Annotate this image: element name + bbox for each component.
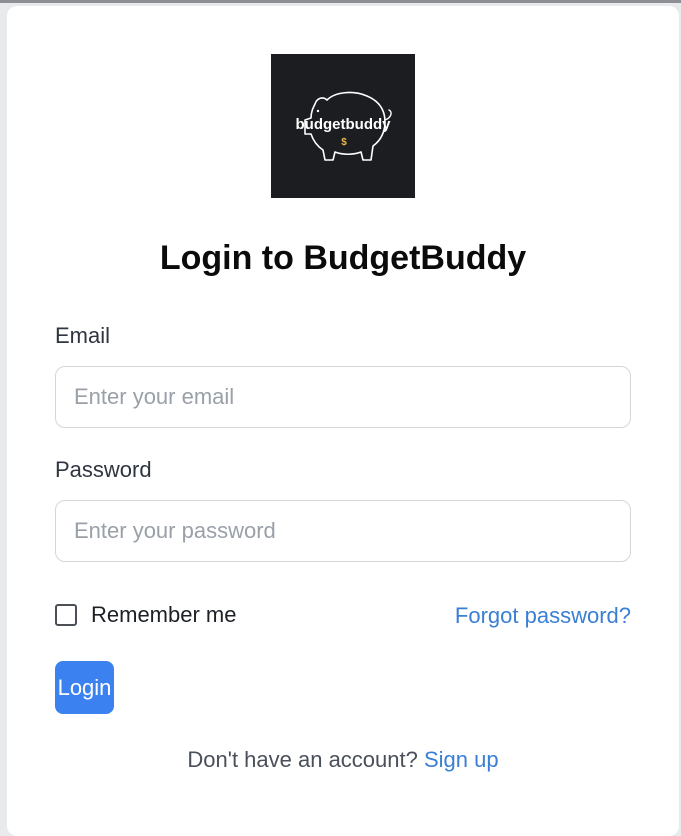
remember-me-checkbox[interactable] xyxy=(55,604,77,626)
window-top-border xyxy=(0,0,681,3)
login-card: budgetbuddy $ Login to BudgetBuddy Email… xyxy=(7,6,679,836)
page-title: Login to BudgetBuddy xyxy=(159,239,527,277)
logo-wordmark: budgetbuddy xyxy=(296,116,392,133)
email-field[interactable] xyxy=(55,366,631,428)
login-button[interactable]: Login xyxy=(55,661,114,714)
remember-me-label: Remember me xyxy=(91,602,237,627)
logo-dollar-symbol: $ xyxy=(341,137,347,148)
piggy-bank-icon: budgetbuddy $ xyxy=(296,91,392,161)
password-label: Password xyxy=(55,457,152,482)
signup-prompt: Don't have an account? Sign up xyxy=(7,746,679,774)
remember-me-option[interactable]: Remember me xyxy=(55,600,236,630)
budgetbuddy-logo: budgetbuddy $ xyxy=(271,54,415,198)
forgot-password-link[interactable]: Forgot password? xyxy=(455,602,631,630)
email-label: Email xyxy=(55,323,111,348)
password-field[interactable] xyxy=(55,500,631,562)
signup-prompt-text: Don't have an account? xyxy=(187,747,424,772)
sign-up-link[interactable]: Sign up xyxy=(424,747,499,772)
